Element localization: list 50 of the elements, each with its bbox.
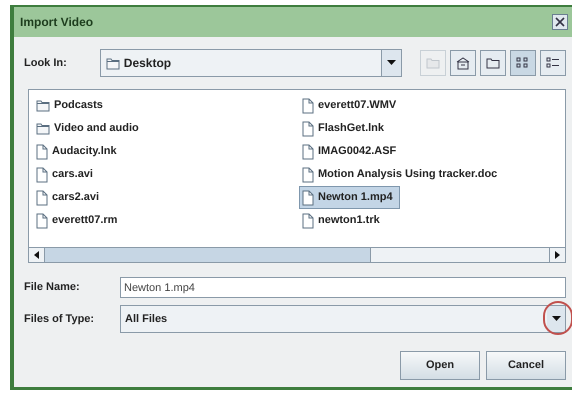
file-item[interactable]: FlashGet.lnk <box>299 117 392 140</box>
file-icon <box>302 190 314 206</box>
file-icon <box>302 212 314 228</box>
file-item[interactable]: cars2.avi <box>33 186 106 209</box>
file-item[interactable]: Video and audio <box>33 117 146 140</box>
look-in-value: Desktop <box>124 55 172 72</box>
files-of-type-label: Files of Type: <box>24 312 96 327</box>
list-view-icon <box>516 57 530 69</box>
cancel-button[interactable]: Cancel <box>486 351 566 380</box>
file-item[interactable]: Motion Analysis Using tracker.doc <box>299 163 504 186</box>
file-icon <box>36 212 48 228</box>
file-item[interactable]: Podcasts <box>33 94 110 117</box>
close-button[interactable] <box>552 14 568 30</box>
home-icon <box>456 56 470 70</box>
scrollbar-thumb[interactable] <box>45 248 371 262</box>
right-arrow-icon <box>555 251 560 259</box>
file-item[interactable]: everett07.WMV <box>299 94 404 117</box>
file-item[interactable]: everett07.rm <box>33 209 124 232</box>
window-title: Import Video <box>20 14 94 31</box>
file-name-field[interactable]: Newton 1.mp4 <box>120 277 566 298</box>
file-icon <box>36 190 48 206</box>
file-icon <box>302 98 314 114</box>
file-item[interactable]: Audacity.lnk <box>33 140 124 163</box>
folder-icon <box>106 56 120 70</box>
file-icon <box>302 166 314 182</box>
home-button[interactable] <box>450 50 476 76</box>
list-view-button[interactable] <box>510 50 536 76</box>
file-item[interactable]: cars.avi <box>33 163 100 186</box>
look-in-dropdown[interactable]: Desktop <box>100 49 402 77</box>
file-name-label: File Name: <box>24 280 81 296</box>
file-icon <box>36 144 48 160</box>
folder-icon <box>426 58 440 68</box>
files-of-type-dropdown[interactable]: All Files <box>120 305 566 333</box>
look-in-label: Look In: <box>24 56 68 71</box>
file-item[interactable]: IMAG0042.ASF <box>299 140 404 163</box>
folder-icon <box>36 99 50 112</box>
new-folder-button[interactable] <box>480 50 506 76</box>
close-icon <box>555 17 565 27</box>
left-arrow-icon <box>34 251 39 259</box>
details-view-icon <box>546 57 560 69</box>
file-icon <box>36 166 48 182</box>
folder-icon <box>486 58 500 68</box>
file-icon <box>302 120 314 136</box>
file-item[interactable]: Newton 1.mp4 <box>299 186 400 209</box>
folder-icon <box>36 122 50 135</box>
open-button[interactable]: Open <box>400 351 480 380</box>
horizontal-scrollbar[interactable] <box>29 247 565 262</box>
details-view-button[interactable] <box>540 50 566 76</box>
file-icon <box>302 144 314 160</box>
file-item[interactable]: newton1.trk <box>299 209 387 232</box>
